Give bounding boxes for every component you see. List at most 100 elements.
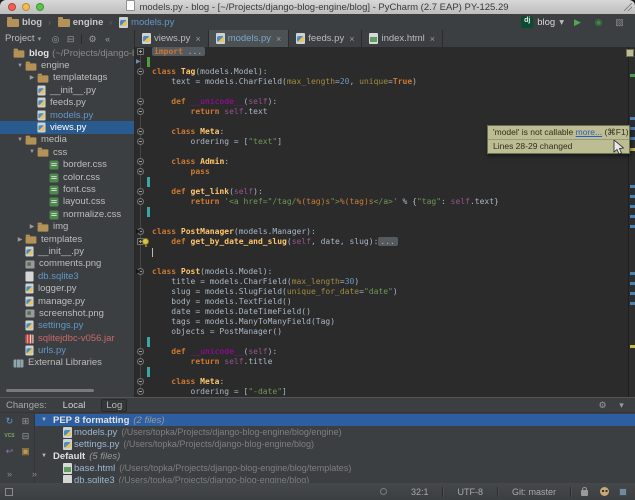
tooltip-more-link[interactable]: more... bbox=[576, 127, 602, 137]
expanded-arrow-icon[interactable]: ▼ bbox=[15, 63, 25, 69]
code-line-6[interactable]: def __unicode__(self): bbox=[135, 97, 628, 107]
prev-chevrons-icon[interactable]: » bbox=[3, 468, 16, 480]
gear-icon[interactable]: ⚙ bbox=[596, 399, 609, 411]
project-panel-header[interactable]: Project ▾ ◎⊟⚙« bbox=[0, 30, 135, 47]
tree-item-engine[interactable]: ▼engine bbox=[0, 59, 134, 71]
tree-item-sqlitejdbc-v056-jar[interactable]: sqlitejdbc-v056.jar bbox=[0, 332, 134, 344]
vcs-branch-widget[interactable]: Git: master bbox=[498, 487, 570, 497]
tree-item-media[interactable]: ▼media bbox=[0, 134, 134, 146]
code-line-31[interactable]: def __unicode__(self): bbox=[135, 347, 628, 357]
run-button[interactable]: ▶ bbox=[571, 16, 584, 28]
tab-feeds-py[interactable]: feeds.py × bbox=[289, 30, 362, 47]
expand-all-icon[interactable]: ⊞ bbox=[19, 415, 32, 427]
code-line-14[interactable] bbox=[135, 177, 628, 187]
code-line-33[interactable] bbox=[135, 367, 628, 377]
expanded-arrow-icon[interactable]: ▼ bbox=[15, 137, 25, 143]
preview-diff-icon[interactable]: ▣ bbox=[19, 445, 32, 457]
code-line-7[interactable]: return self.text bbox=[135, 107, 628, 117]
background-tasks-icon[interactable] bbox=[380, 488, 387, 495]
code-line-16[interactable]: return '<a href="/tag/%(tag)s">%(tag)s</… bbox=[135, 197, 628, 207]
tab-local[interactable]: Local bbox=[59, 400, 90, 411]
fold-end-icon[interactable] bbox=[137, 388, 144, 395]
close-icon[interactable]: × bbox=[276, 34, 281, 44]
stripe-mark-yellow[interactable] bbox=[630, 345, 635, 348]
stripe-mark-blue[interactable] bbox=[630, 282, 635, 285]
tree-item-color-css[interactable]: color.css bbox=[0, 171, 134, 183]
change-file-settings-py[interactable]: settings.py(/Users/topka/Projects/django… bbox=[35, 438, 635, 450]
code-line-32[interactable]: return self.title bbox=[135, 357, 628, 367]
breadcrumb-blog[interactable]: blog bbox=[7, 17, 42, 28]
stripe-mark-blue[interactable] bbox=[630, 292, 635, 295]
stripe-mark-blue[interactable] bbox=[630, 127, 635, 130]
next-chevrons-icon[interactable]: » bbox=[28, 468, 41, 480]
tree-item-models-py[interactable]: models.py bbox=[0, 109, 134, 121]
change-file-db-sqlite3[interactable]: db.sqlite3(/Users/topka/Projects/django-… bbox=[35, 474, 635, 483]
code-line-18[interactable] bbox=[135, 217, 628, 227]
stripe-mark-blue[interactable] bbox=[630, 117, 635, 120]
hide-panel-icon[interactable]: « bbox=[101, 33, 114, 45]
stripe-mark-green[interactable] bbox=[630, 74, 635, 77]
hide-panel-icon[interactable]: ▾ bbox=[615, 399, 628, 411]
stripe-mark-blue[interactable] bbox=[630, 205, 635, 208]
stripe-mark-yellow[interactable] bbox=[630, 148, 635, 151]
code-line-17[interactable] bbox=[135, 207, 628, 217]
tree-item-templatetags[interactable]: ▶templatetags bbox=[0, 72, 134, 84]
code-line-13[interactable]: pass bbox=[135, 167, 628, 177]
tab-views-py[interactable]: views.py × bbox=[135, 30, 209, 47]
settings-icon[interactable]: ⚙ bbox=[86, 33, 99, 45]
run-configuration-selector[interactable]: blog ▾ bbox=[521, 16, 564, 28]
change-file-base-html[interactable]: base.html(/Users/topka/Projects/django-b… bbox=[35, 462, 635, 474]
code-line-27[interactable]: date = models.DateTimeField() bbox=[135, 307, 628, 317]
revert-icon[interactable]: ↩ bbox=[3, 445, 16, 457]
tree-item-manage-py[interactable]: manage.py bbox=[0, 295, 134, 307]
code-line-28[interactable]: tags = models.ManyToManyField(Tag) bbox=[135, 317, 628, 327]
code-line-5[interactable] bbox=[135, 87, 628, 97]
fold-minus-icon[interactable] bbox=[137, 68, 144, 75]
breadcrumb-engine[interactable]: engine bbox=[58, 17, 104, 28]
code-line-22[interactable] bbox=[135, 257, 628, 267]
fold-minus-icon[interactable] bbox=[137, 98, 144, 105]
expanded-arrow-icon[interactable]: ▼ bbox=[41, 453, 53, 459]
error-stripe[interactable] bbox=[628, 47, 635, 397]
commit-icon[interactable]: VCS bbox=[3, 430, 16, 442]
changelist-default[interactable]: ▼Default(5 files) bbox=[35, 450, 635, 462]
tree-item-templates[interactable]: ▶templates bbox=[0, 233, 134, 245]
code-line-1[interactable]: import ... bbox=[135, 47, 628, 57]
stripe-mark-blue[interactable] bbox=[630, 215, 635, 218]
title-bar[interactable]: models.py - blog - [~/Projects/django-bl… bbox=[0, 0, 635, 15]
collapse-all-icon[interactable]: ⊟ bbox=[19, 430, 32, 442]
tab-index-html[interactable]: index.html × bbox=[362, 30, 443, 47]
collapsed-arrow-icon[interactable]: ▶ bbox=[27, 223, 37, 230]
fold-end-icon[interactable] bbox=[137, 198, 144, 205]
encoding-widget[interactable]: UTF-8 bbox=[443, 487, 497, 497]
code-line-19[interactable]: class PostManager(models.Manager): bbox=[135, 227, 628, 237]
code-line-30[interactable] bbox=[135, 337, 628, 347]
stripe-mark-blue[interactable] bbox=[630, 225, 635, 228]
fold-minus-icon[interactable] bbox=[137, 158, 144, 165]
fold-minus-icon[interactable] bbox=[137, 378, 144, 385]
vcs-changed-marker[interactable] bbox=[147, 177, 150, 187]
code-line-29[interactable]: objects = PostManager() bbox=[135, 327, 628, 337]
vcs-changed-marker[interactable] bbox=[147, 337, 150, 347]
code-line-23[interactable]: class Post(models.Model): bbox=[135, 267, 628, 277]
code-line-34[interactable]: class Meta: bbox=[135, 377, 628, 387]
stripe-mark-blue[interactable] bbox=[630, 302, 635, 305]
code-line-26[interactable]: body = models.TextField() bbox=[135, 297, 628, 307]
expanded-arrow-icon[interactable]: ▼ bbox=[27, 149, 37, 155]
tree-item--init-py[interactable]: __init__.py bbox=[0, 84, 134, 96]
fold-minus-icon[interactable] bbox=[137, 348, 144, 355]
vcs-added-marker[interactable] bbox=[147, 57, 150, 67]
breadcrumb-models-py[interactable]: models.py bbox=[119, 17, 174, 28]
tree-item-db-sqlite3[interactable]: db.sqlite3 bbox=[0, 270, 134, 282]
vcs-changed-marker[interactable] bbox=[147, 207, 150, 217]
close-icon[interactable]: × bbox=[349, 34, 354, 44]
inspection-status-indicator[interactable] bbox=[626, 49, 634, 57]
collapsed-arrow-icon[interactable]: ▶ bbox=[27, 74, 37, 81]
tree-item-layout-css[interactable]: layout.css bbox=[0, 196, 134, 208]
memory-indicator-icon[interactable] bbox=[619, 488, 627, 496]
refresh-icon[interactable]: ↻ bbox=[3, 415, 16, 427]
code-line-4[interactable]: text = models.CharField(max_length=20, u… bbox=[135, 77, 628, 87]
change-file-models-py[interactable]: models.py(/Users/topka/Projects/django-b… bbox=[35, 426, 635, 438]
tree-item-img[interactable]: ▶img bbox=[0, 220, 134, 232]
intention-lightbulb-icon[interactable] bbox=[142, 238, 149, 245]
